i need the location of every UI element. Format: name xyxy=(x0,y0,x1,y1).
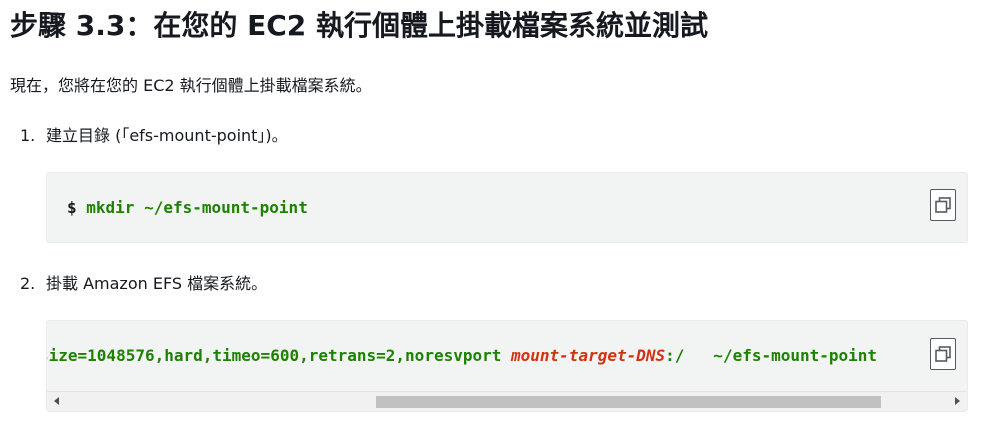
copy-button[interactable] xyxy=(930,338,956,370)
step-text: 掛載 Amazon EFS 檔案系統。 xyxy=(46,274,268,293)
copy-button[interactable] xyxy=(930,189,956,221)
copy-icon xyxy=(935,346,951,362)
code-block-mkdir: $ mkdir ~/efs-mount-point xyxy=(46,172,968,243)
copy-icon xyxy=(935,197,951,213)
step-text: 建立目錄 (「efs-mount-point」)。 xyxy=(46,126,288,145)
page-title: 步驟 3.3：在您的 EC2 執行個體上掛載檔案系統並測試 xyxy=(10,9,709,42)
step-number: 2. xyxy=(20,274,36,293)
intro-text: 現在，您將在您的 EC2 執行個體上掛載檔案系統。 xyxy=(10,76,372,95)
scroll-right-arrow-icon[interactable] xyxy=(955,397,960,405)
command-text: mkdir ~/efs-mount-point xyxy=(86,198,308,217)
mount-target-placeholder: mount-target-DNS xyxy=(511,346,666,365)
horizontal-scrollbar[interactable] xyxy=(47,391,967,411)
step-number: 1. xyxy=(20,126,36,145)
command-target: :/ ~/efs-mount-point xyxy=(665,346,878,365)
code-line: $ mkdir ~/efs-mount-point xyxy=(67,197,308,219)
code-block-mount: size=1048576,hard,timeo=600,retrans=2,no… xyxy=(46,320,968,412)
scrollbar-thumb[interactable] xyxy=(376,396,881,408)
step-1: 1. 建立目錄 (「efs-mount-point」)。 xyxy=(20,124,288,148)
code-viewport[interactable]: size=1048576,hard,timeo=600,retrans=2,no… xyxy=(47,321,967,391)
command-options: size=1048576,hard,timeo=600,retrans=2,no… xyxy=(47,346,512,365)
step-2: 2. 掛載 Amazon EFS 檔案系統。 xyxy=(20,272,267,296)
scroll-left-arrow-icon[interactable] xyxy=(54,397,59,405)
shell-prompt: $ xyxy=(67,198,87,217)
code-line: size=1048576,hard,timeo=600,retrans=2,no… xyxy=(47,345,877,367)
